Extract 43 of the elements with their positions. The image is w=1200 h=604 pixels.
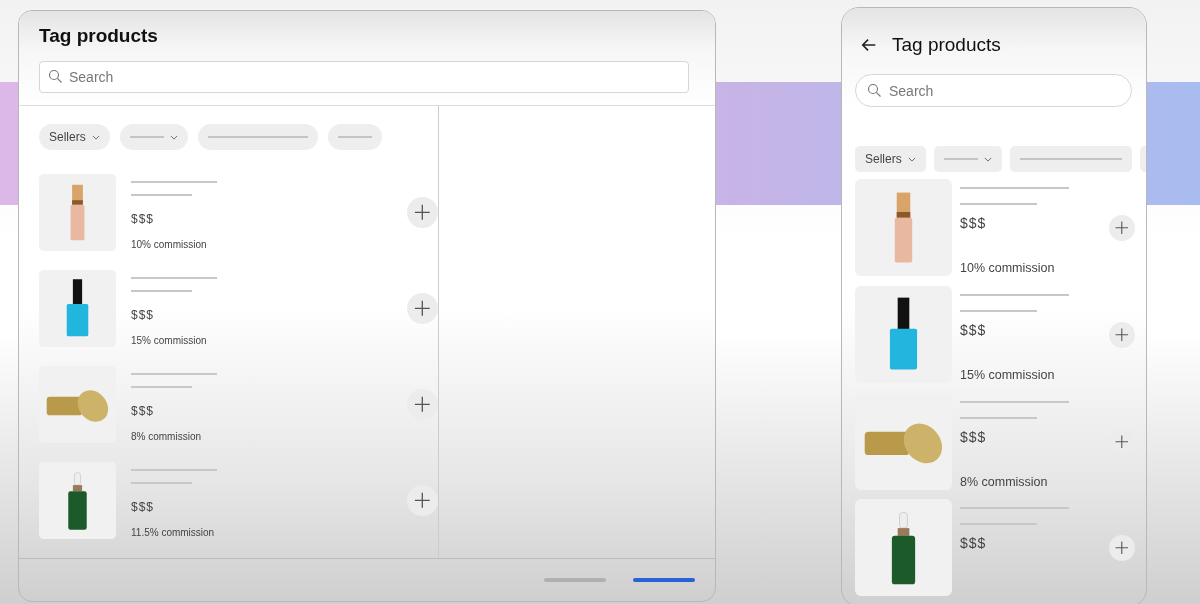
chevron-down-icon bbox=[91, 134, 100, 140]
product-price: $$$ bbox=[131, 212, 155, 226]
add-button[interactable] bbox=[1109, 215, 1135, 241]
chevron-down-icon bbox=[983, 156, 992, 162]
plus-icon bbox=[413, 491, 432, 510]
commission-label: 8% commission bbox=[960, 474, 1048, 489]
filter-chip[interactable]: Sellers bbox=[39, 124, 110, 150]
commission-label: 8% commission bbox=[131, 431, 202, 442]
product-price: $$$ bbox=[131, 500, 155, 514]
add-button[interactable] bbox=[407, 485, 438, 516]
plus-icon bbox=[413, 299, 432, 318]
plus-icon bbox=[413, 203, 432, 222]
search-icon bbox=[867, 82, 882, 98]
commission-label: 11.5% commission bbox=[131, 527, 215, 538]
product-price: $$$ bbox=[131, 404, 155, 418]
back-arrow-icon[interactable] bbox=[860, 36, 878, 54]
search-icon bbox=[48, 69, 63, 84]
product-price: $$$ bbox=[960, 535, 987, 552]
add-button[interactable] bbox=[1109, 535, 1135, 562]
plus-icon bbox=[1114, 433, 1130, 450]
plus-icon bbox=[413, 395, 432, 414]
add-button[interactable] bbox=[407, 389, 438, 420]
plus-icon bbox=[1114, 540, 1130, 557]
product-price: $$$ bbox=[960, 215, 987, 231]
chevron-down-icon bbox=[907, 156, 916, 162]
product-price: $$$ bbox=[960, 428, 987, 445]
search-field[interactable]: Search bbox=[39, 61, 689, 93]
page-title: Tag products bbox=[892, 34, 1001, 56]
add-button[interactable] bbox=[407, 293, 438, 324]
commission-label: 15% commission bbox=[960, 367, 1055, 382]
product-price: $$$ bbox=[131, 308, 155, 322]
plus-icon bbox=[1114, 326, 1130, 343]
add-button[interactable] bbox=[407, 197, 438, 228]
plus-icon bbox=[1114, 220, 1130, 236]
add-button[interactable] bbox=[1109, 321, 1135, 348]
page-title: Tag products bbox=[39, 25, 158, 47]
commission-label: 10% commission bbox=[960, 261, 1055, 275]
commission-label: 10% commission bbox=[131, 239, 207, 250]
commission-label: 15% commission bbox=[131, 335, 207, 346]
chevron-down-icon bbox=[169, 134, 178, 140]
filter-chip[interactable]: Sellers bbox=[855, 146, 926, 172]
search-field[interactable]: Search bbox=[855, 74, 1132, 107]
product-price: $$$ bbox=[960, 321, 987, 338]
